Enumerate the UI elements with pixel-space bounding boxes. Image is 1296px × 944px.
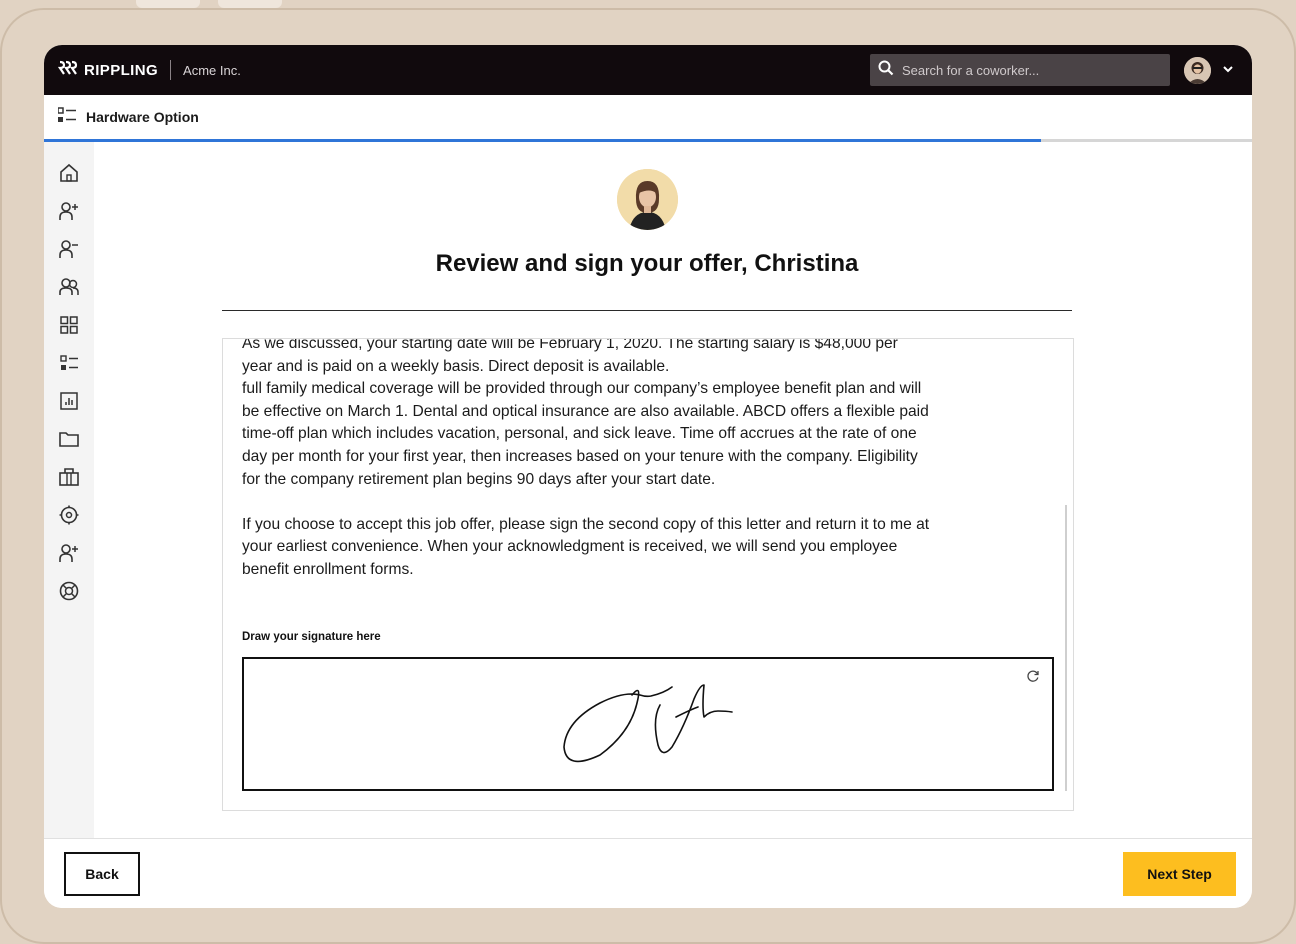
page-title: Hardware Option — [86, 109, 199, 125]
paragraph: If you choose to accept this job offer, … — [242, 515, 930, 578]
offer-letter-panel[interactable]: As we discussed, your starting date will… — [222, 338, 1074, 811]
candidate-avatar — [617, 169, 678, 230]
divider — [170, 60, 172, 80]
team-icon[interactable] — [58, 276, 80, 298]
home-icon[interactable] — [58, 162, 80, 184]
back-button[interactable]: Back — [64, 852, 140, 896]
brand-name: RIPPLING — [84, 61, 159, 79]
search-input[interactable] — [902, 62, 1152, 78]
scrollbar[interactable] — [1065, 505, 1067, 791]
reports-icon[interactable] — [58, 390, 80, 412]
app-screen: RIPPLING Acme Inc. Hardware Op — [44, 45, 1252, 908]
search-bar[interactable] — [870, 54, 1170, 86]
rippling-logo-icon — [57, 60, 78, 80]
paragraph: As we discussed, your starting date will… — [242, 338, 898, 375]
refresh-icon[interactable] — [1026, 669, 1040, 688]
page-header: Hardware Option — [44, 95, 1252, 139]
rippling-logo[interactable]: RIPPLING — [57, 60, 159, 80]
next-step-button[interactable]: Next Step — [1123, 852, 1236, 896]
apps-grid-icon[interactable] — [58, 314, 80, 336]
page-heading: Review and sign your offer, Christina — [435, 250, 859, 277]
add-person-icon[interactable] — [58, 542, 80, 564]
search-icon — [878, 60, 894, 81]
list-icon[interactable] — [58, 352, 80, 374]
briefcase-icon[interactable] — [58, 466, 80, 488]
footer-bar: Back Next Step — [44, 838, 1252, 908]
device-button — [136, 0, 200, 8]
device-button — [218, 0, 282, 8]
sidebar — [44, 142, 94, 838]
paragraph: full family medical coverage will be pro… — [242, 380, 929, 488]
list-icon — [57, 106, 76, 128]
company-name[interactable]: Acme Inc. — [183, 63, 241, 78]
signature-pad[interactable] — [242, 657, 1054, 791]
add-person-icon[interactable] — [58, 200, 80, 222]
chevron-down-icon[interactable] — [1221, 62, 1235, 81]
settings-icon[interactable] — [58, 504, 80, 526]
offer-letter-text: As we discussed, your starting date will… — [242, 338, 932, 582]
signature-drawing — [563, 684, 733, 763]
help-icon[interactable] — [58, 580, 80, 602]
user-avatar[interactable] — [1184, 57, 1211, 84]
divider — [222, 310, 1072, 311]
remove-person-icon[interactable] — [58, 238, 80, 260]
folder-icon[interactable] — [58, 428, 80, 450]
top-navigation-bar: RIPPLING Acme Inc. — [44, 45, 1252, 95]
main-content: Review and sign your offer, Christina As… — [94, 142, 1252, 838]
signature-label: Draw your signature here — [242, 631, 381, 643]
